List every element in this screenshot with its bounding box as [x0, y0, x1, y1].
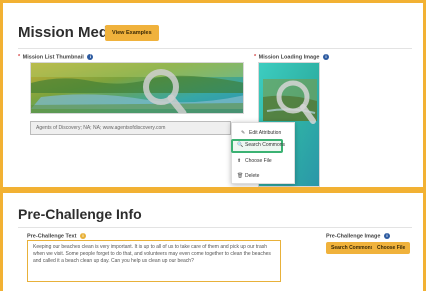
- search-icon: 🔍: [237, 142, 244, 148]
- menu-search-commons-label: Search Commons: [245, 142, 286, 148]
- required-marker: *: [254, 54, 257, 61]
- info-icon[interactable]: i: [323, 54, 330, 60]
- thumbnail-label-text: Mission List Thumbnail: [22, 54, 84, 61]
- choose-file-button[interactable]: Choose File: [372, 242, 411, 254]
- thumbnail-landscape-illustration: [31, 63, 243, 113]
- trash-icon: 🗑: [237, 173, 244, 179]
- section-divider: [18, 227, 412, 228]
- menu-item-choose-file[interactable]: ⬆ Choose File: [237, 155, 272, 167]
- pre-challenge-title: Pre-Challenge Info: [18, 206, 142, 222]
- menu-choose-file-label: Choose File: [245, 158, 272, 164]
- menu-item-delete[interactable]: 🗑 Delete: [237, 170, 259, 182]
- info-icon[interactable]: i: [79, 233, 86, 239]
- thumbnail-label: * Mission List Thumbnail i: [18, 54, 94, 61]
- menu-item-search-commons[interactable]: 🔍 Search Commons: [237, 139, 285, 151]
- frame-left-border: [0, 0, 3, 291]
- section-divider: [18, 48, 412, 49]
- loading-image-label-text: Mission Loading Image: [258, 54, 320, 61]
- pre-challenge-text-area[interactable]: Keeping our beaches clean is very import…: [27, 240, 281, 282]
- pre-challenge-image-label: Pre-Challenge Image i: [326, 233, 390, 239]
- pencil-icon: ✎: [241, 130, 246, 136]
- info-icon[interactable]: i: [383, 233, 390, 239]
- pre-challenge-text-label: Pre-Challenge Text i: [27, 233, 86, 239]
- pre-challenge-text-label-text: Pre-Challenge Text: [27, 233, 77, 240]
- pre-challenge-image-label-text: Pre-Challenge Image: [326, 233, 381, 240]
- edit-attribution-label: Edit Attribution: [249, 130, 282, 136]
- required-marker: *: [18, 54, 21, 61]
- mission-thumbnail-image[interactable]: [30, 62, 244, 114]
- card-separator: [0, 187, 426, 193]
- upload-icon: ⬆: [237, 158, 242, 164]
- view-examples-button[interactable]: View Examples: [105, 25, 159, 41]
- menu-delete-label: Delete: [245, 173, 260, 179]
- edit-attribution-item[interactable]: ✎ Edit Attribution: [241, 127, 281, 139]
- loading-image-label: * Mission Loading Image i: [254, 54, 330, 61]
- info-icon[interactable]: i: [87, 54, 94, 60]
- frame-top-border: [0, 0, 426, 3]
- attribution-field: Agents of Discovery; NA; NA; www.agentso…: [30, 121, 231, 135]
- search-commons-button[interactable]: Search Commons: [326, 242, 379, 254]
